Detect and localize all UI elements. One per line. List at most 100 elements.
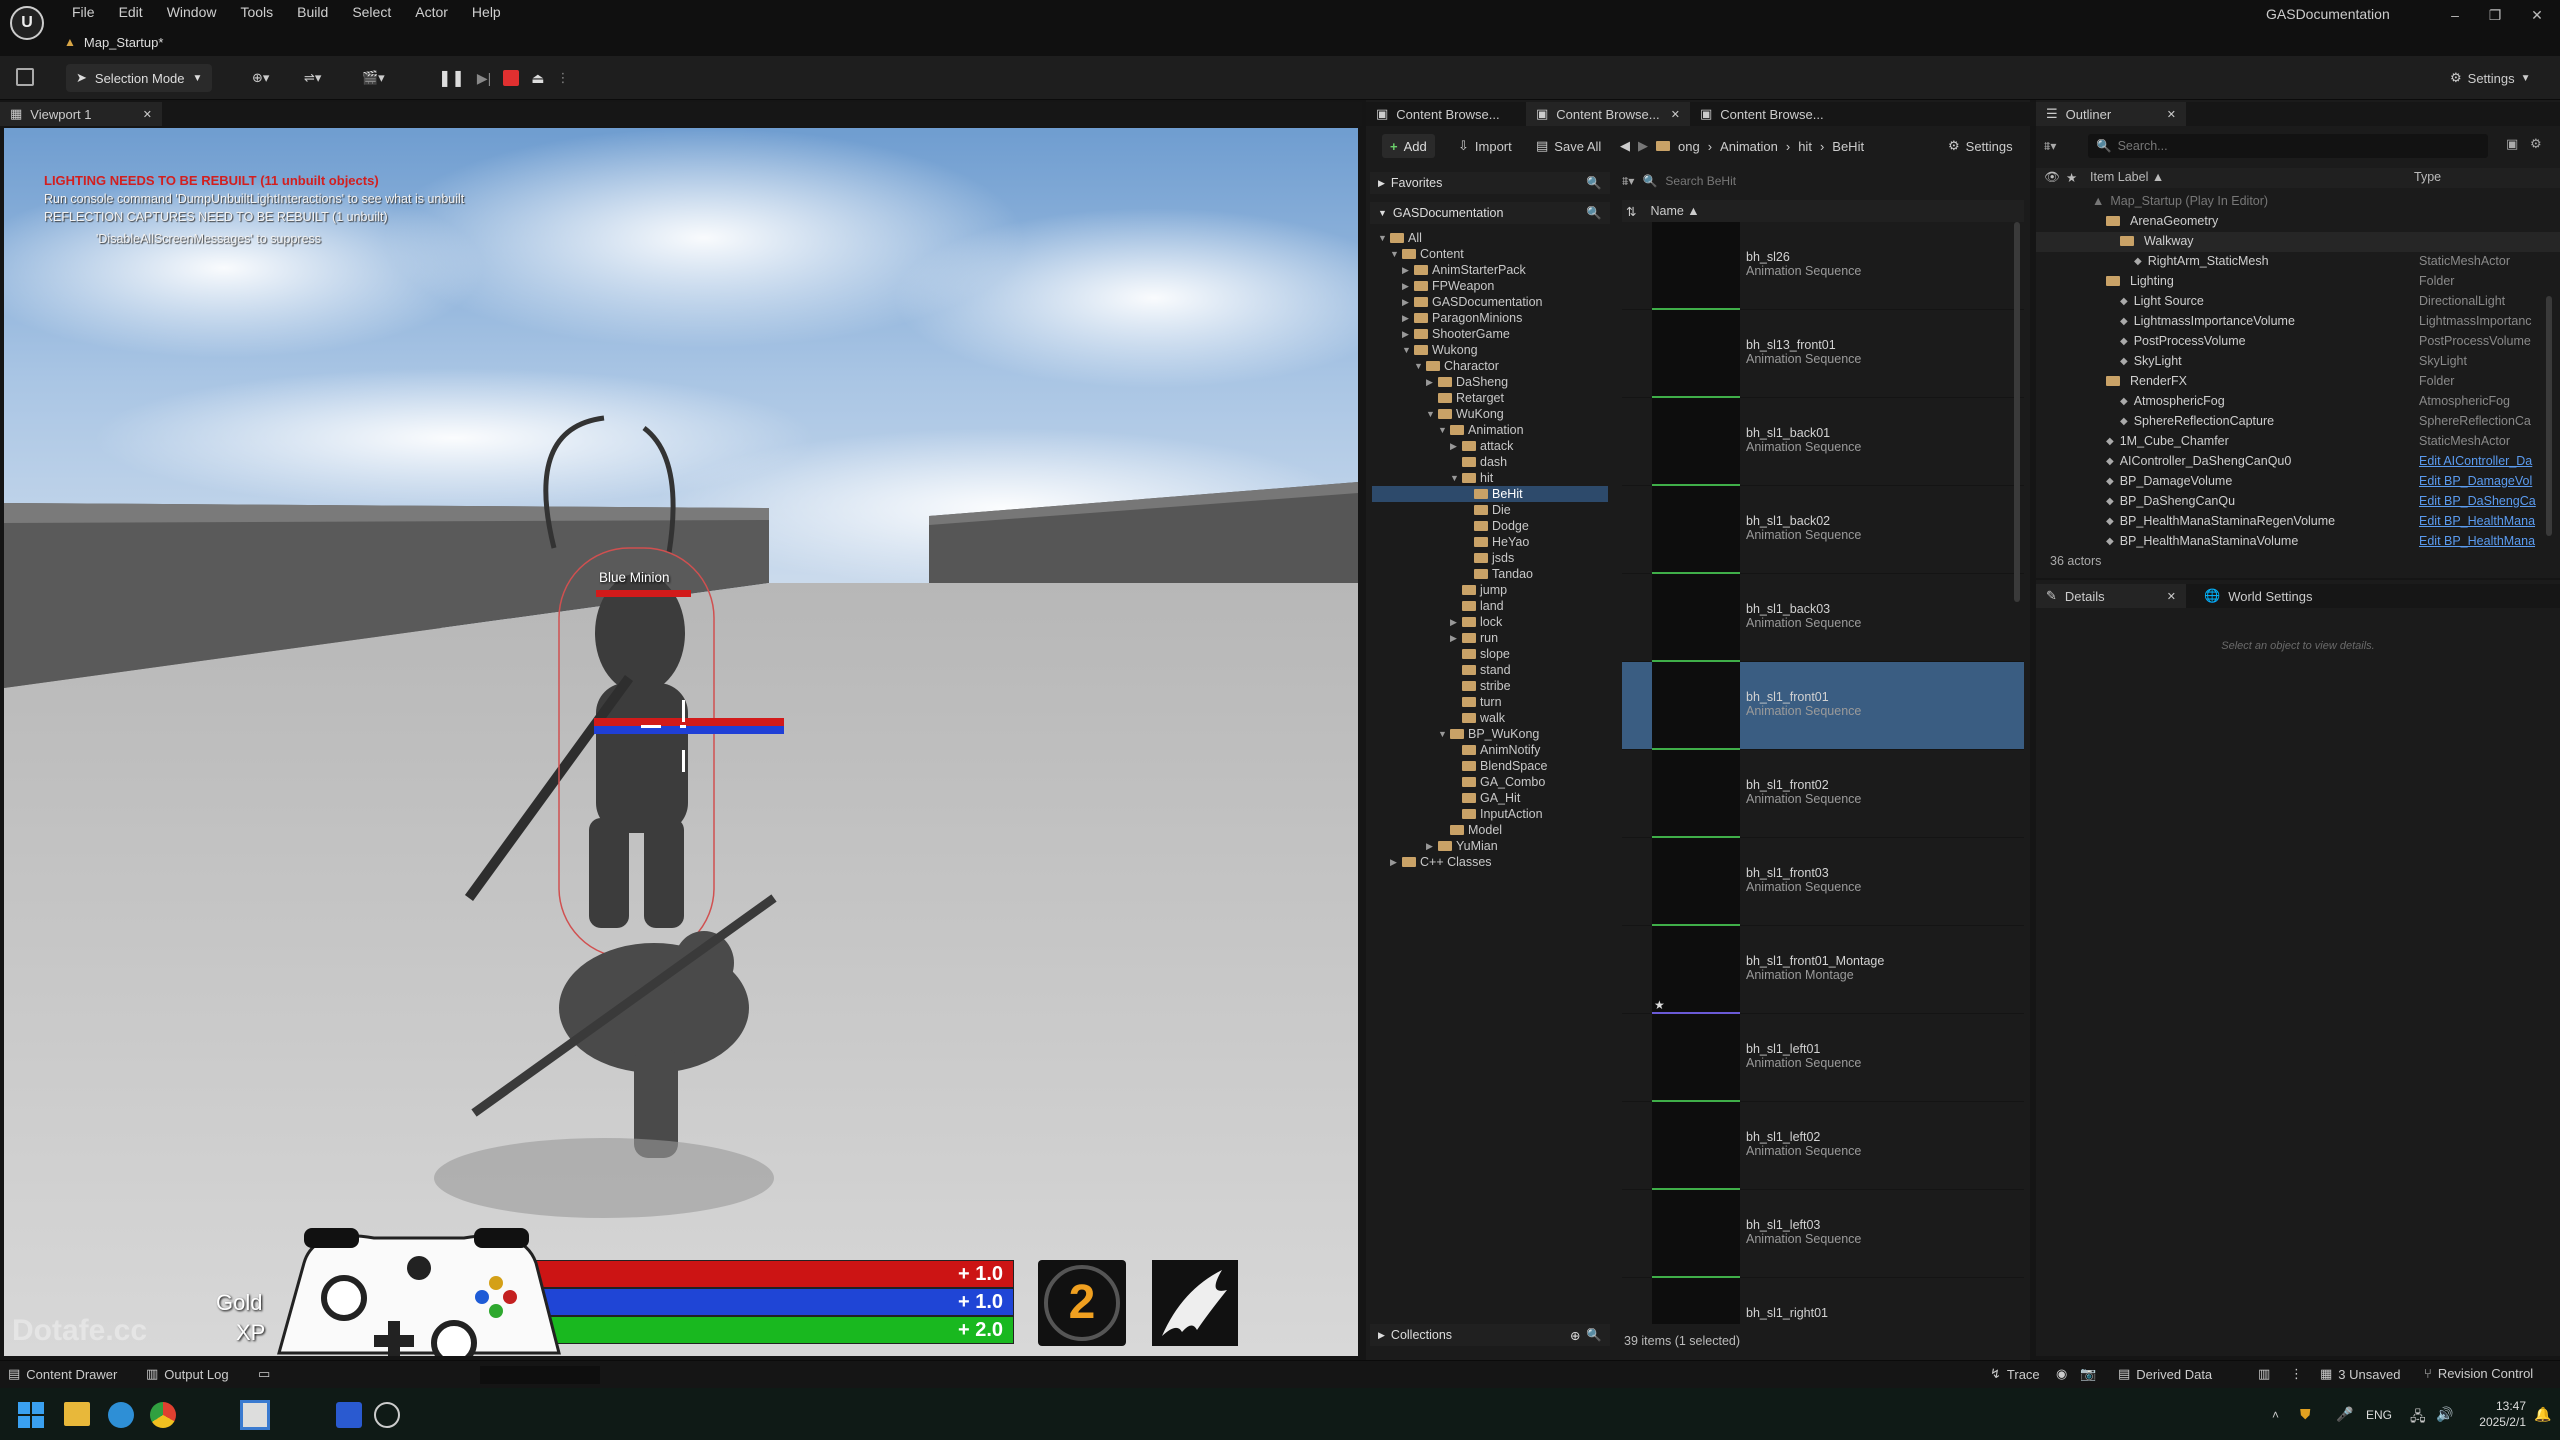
outliner-filter-button[interactable]: ⩩▾ [2044, 134, 2080, 158]
console-input[interactable] [480, 1366, 600, 1384]
chart-icon[interactable]: ▥ [2258, 1366, 2270, 1382]
asset-item[interactable]: bh_sl13_front01 Animation Sequence [1622, 310, 2024, 398]
add-folder-icon[interactable]: ▣ [2506, 136, 2518, 152]
outliner-row[interactable]: ◆ RightArm_StaticMesh StaticMeshActor [2036, 252, 2560, 272]
asset-item[interactable]: ★ bh_sl1_front01_Montage Animation Montage [1622, 926, 2024, 1014]
tree-folder-item[interactable]: ▼ Charactor [1372, 358, 1608, 374]
mic-icon[interactable]: 🎤 [2336, 1406, 2353, 1423]
asset-item[interactable]: bh_sl1_front02 Animation Sequence [1622, 750, 2024, 838]
asset-scrollbar[interactable] [2014, 222, 2020, 602]
derived-data-button[interactable]: ▤ Derived Data [2118, 1366, 2212, 1382]
chevron-down-icon[interactable]: ▼ [1390, 249, 1402, 259]
tree-folder-item[interactable]: ▶ FPWeapon [1372, 278, 1608, 294]
edit-blueprint-link[interactable]: Edit BP_DaShengCa [2419, 494, 2549, 508]
pause-icon[interactable]: ❚❚ [438, 68, 465, 88]
edit-blueprint-link[interactable]: Edit BP_HealthMana [2419, 534, 2549, 548]
outliner-row[interactable]: ◆ SphereReflectionCapture SphereReflection… [2036, 412, 2560, 432]
editor-app-icon[interactable] [240, 1400, 270, 1430]
tree-folder-item[interactable]: ▼ BP_WuKong [1372, 726, 1608, 742]
chevron-down-icon[interactable]: ▼ [1426, 409, 1438, 419]
eye-icon[interactable]: 👁 [2044, 170, 2060, 185]
tree-folder-item[interactable]: Die [1372, 502, 1608, 518]
tree-folder-item[interactable]: ▶ attack [1372, 438, 1608, 454]
tab-details[interactable]: ✎ Details ✕ [2036, 584, 2186, 608]
tree-folder-item[interactable]: ▶ ShooterGame [1372, 326, 1608, 342]
unsaved-button[interactable]: ▦ 3 Unsaved [2320, 1366, 2400, 1382]
favorites-section[interactable]: ▶ Favorites 🔍 [1370, 172, 1610, 194]
outliner-scrollbar[interactable] [2546, 296, 2552, 536]
save-icon[interactable] [16, 68, 34, 86]
tree-folder-item[interactable]: dash [1372, 454, 1608, 470]
tab-content-browser-1[interactable]: ▣ Content Browse... [1366, 102, 1526, 126]
menu-select[interactable]: Select [340, 0, 403, 24]
menu-tools[interactable]: Tools [228, 0, 285, 24]
outliner-row[interactable]: Walkway [2036, 232, 2560, 252]
asset-item[interactable]: bh_sl1_left01 Animation Sequence [1622, 1014, 2024, 1102]
breadcrumb-item[interactable]: BeHit [1832, 139, 1864, 154]
tree-folder-item[interactable]: InputAction [1372, 806, 1608, 822]
cmd-button[interactable]: ▭ [258, 1366, 270, 1382]
asset-item[interactable]: bh_sl1_front03 Animation Sequence [1622, 838, 2024, 926]
asset-item[interactable]: bh_sl1_left03 Animation Sequence [1622, 1190, 2024, 1278]
edit-blueprint-link[interactable]: Edit AIController_Da [2419, 454, 2549, 468]
outliner-row[interactable]: ◆ BP_DaShengCanQu Edit BP_DaShengCa [2036, 492, 2560, 512]
close-icon[interactable]: ✕ [1671, 108, 1680, 121]
minimize-button[interactable]: – [2440, 4, 2470, 26]
notification-icon[interactable]: 🔔 [2534, 1406, 2551, 1423]
tab-viewport[interactable]: ▦ Viewport 1 ✕ [0, 102, 162, 126]
chevron-right-icon[interactable]: ▶ [1450, 633, 1462, 644]
tree-folder-item[interactable]: walk [1372, 710, 1608, 726]
volume-icon[interactable]: 🔊 [2436, 1406, 2453, 1423]
windows-start-icon[interactable] [18, 1402, 44, 1428]
clock[interactable]: 13:47 2025/2/1 [2466, 1398, 2526, 1430]
chevron-down-icon[interactable]: ▼ [1414, 361, 1426, 371]
outliner-row[interactable]: Lighting Folder [2036, 272, 2560, 292]
menu-file[interactable]: File [60, 0, 107, 24]
record-icon[interactable]: ◉ [2056, 1366, 2067, 1382]
tree-folder-item[interactable]: turn [1372, 694, 1608, 710]
language-indicator[interactable]: ENG [2366, 1408, 2392, 1422]
tree-folder-item[interactable]: BeHit [1372, 486, 1608, 502]
tree-folder-item[interactable]: stand [1372, 662, 1608, 678]
content-drawer-button[interactable]: ▤ Content Drawer [8, 1366, 117, 1382]
tree-folder-item[interactable]: ▼ Animation [1372, 422, 1608, 438]
maximize-button[interactable]: ❐ [2480, 4, 2510, 26]
outliner-row[interactable]: ▲ Map_Startup (Play In Editor) [2036, 192, 2560, 212]
menu-edit[interactable]: Edit [107, 0, 155, 24]
outliner-row[interactable]: ◆ Light Source DirectionalLight [2036, 292, 2560, 312]
tree-folder-item[interactable]: Dodge [1372, 518, 1608, 534]
asset-item[interactable]: bh_sl1_left02 Animation Sequence [1622, 1102, 2024, 1190]
tab-outliner[interactable]: ☰ Outliner ✕ [2036, 102, 2186, 126]
outliner-row[interactable]: ◆ BP_HealthManaStaminaVolume Edit BP_Healt… [2036, 532, 2560, 552]
tab-world-settings[interactable]: 🌐 World Settings [2194, 584, 2354, 608]
frame-skip-icon[interactable]: ▶| [477, 70, 491, 87]
outliner-row[interactable]: ◆ 1M_Cube_Chamfer StaticMeshActor [2036, 432, 2560, 452]
close-window-button[interactable]: ✕ [2522, 4, 2552, 26]
file-explorer-icon[interactable] [64, 1402, 90, 1426]
tree-folder-item[interactable]: slope [1372, 646, 1608, 662]
filter-icon[interactable]: ⩩▾ [1622, 174, 1634, 189]
asset-search-input[interactable]: Search BeHit [1665, 174, 1736, 188]
unreal-taskbar-icon[interactable] [374, 1402, 400, 1428]
asset-item[interactable]: bh_sl1_back03 Animation Sequence [1622, 574, 2024, 662]
close-icon[interactable]: ✕ [2167, 108, 2176, 121]
chevron-down-icon[interactable]: ▼ [1378, 233, 1390, 243]
tree-folder-item[interactable]: ▶ YuMian [1372, 838, 1608, 854]
tree-folder-item[interactable]: ▶ AnimStarterPack [1372, 262, 1608, 278]
map-tab[interactable]: ▲ Map_Startup* [64, 30, 163, 54]
blueprint-button[interactable]: ⇌▾ [298, 64, 327, 92]
tree-folder-item[interactable]: jump [1372, 582, 1608, 598]
tree-folder-item[interactable]: ▼ Content [1372, 246, 1608, 262]
sort-icon[interactable]: ⇅ [1626, 204, 1636, 219]
outliner-row[interactable]: ArenaGeometry [2036, 212, 2560, 232]
outliner-row[interactable]: ◆ PostProcessVolume PostProcessVolume [2036, 332, 2560, 352]
collections-section[interactable]: ▶ Collections ⊕ 🔍 [1370, 1324, 1610, 1346]
close-icon[interactable]: ✕ [143, 108, 152, 121]
output-log-button[interactable]: ▥ Output Log [146, 1366, 229, 1382]
tree-folder-item[interactable]: GA_Hit [1372, 790, 1608, 806]
tree-folder-item[interactable]: ▼ All [1372, 230, 1608, 246]
cb-settings-button[interactable]: ⚙ Settings [1948, 134, 2013, 158]
tree-folder-item[interactable]: ▶ GASDocumentation [1372, 294, 1608, 310]
back-icon[interactable]: ◀ [1620, 138, 1630, 154]
chevron-right-icon[interactable]: ▶ [1402, 313, 1414, 324]
